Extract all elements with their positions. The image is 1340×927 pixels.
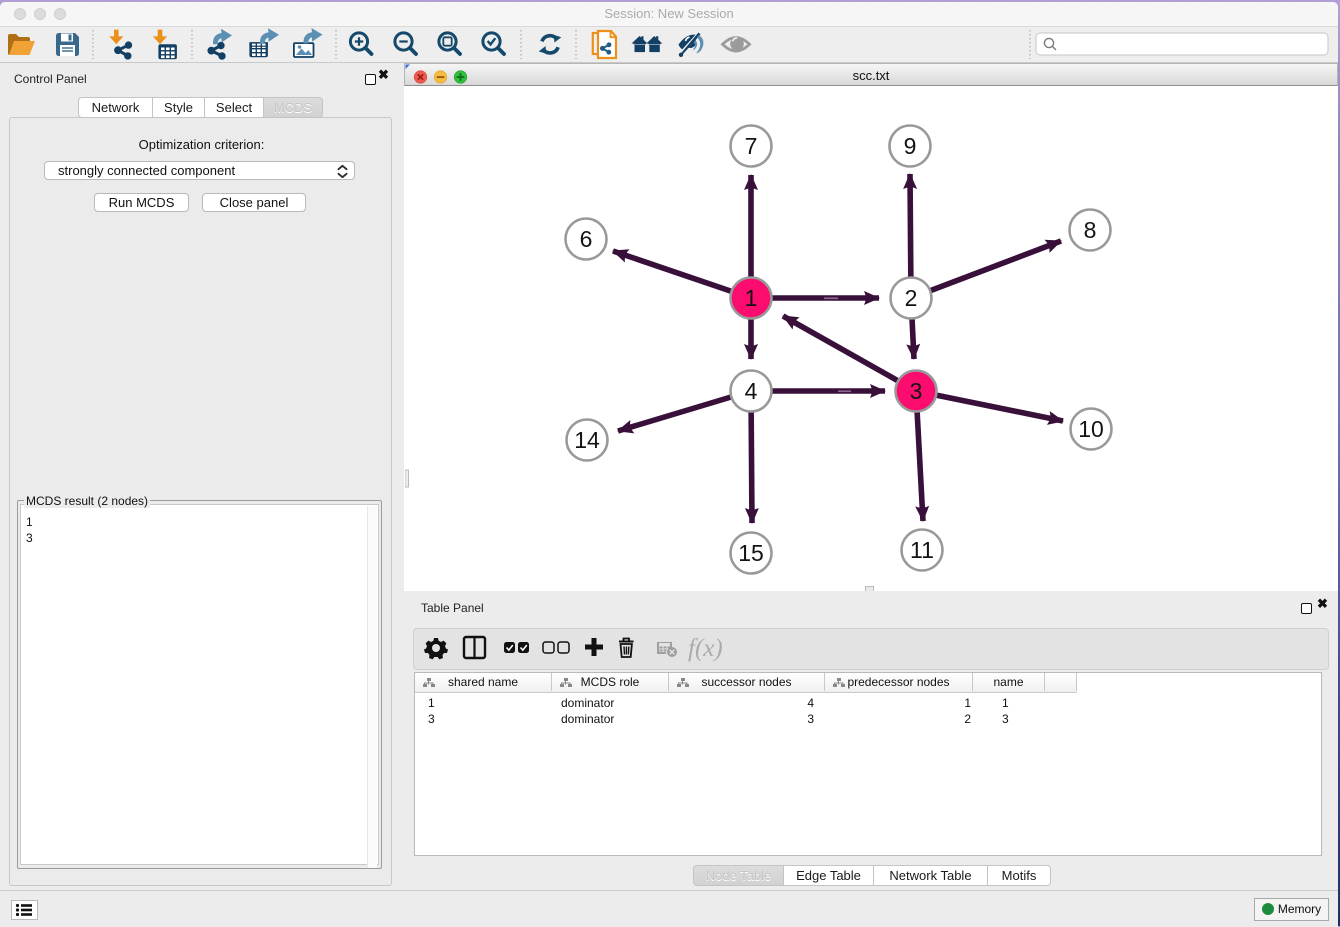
- svg-text:2: 2: [905, 285, 918, 311]
- svg-text:1: 1: [745, 285, 758, 311]
- svg-text:4: 4: [745, 378, 758, 404]
- svg-text:6: 6: [580, 226, 593, 252]
- svg-text:11: 11: [910, 537, 934, 563]
- svg-text:7: 7: [745, 133, 758, 159]
- svg-text:14: 14: [574, 427, 600, 453]
- svg-text:15: 15: [738, 540, 764, 566]
- svg-text:f(x): f(x): [688, 635, 723, 662]
- svg-text:9: 9: [904, 133, 917, 159]
- svg-text:8: 8: [1084, 217, 1097, 243]
- svg-text:10: 10: [1078, 416, 1104, 442]
- svg-text:3: 3: [910, 378, 923, 404]
